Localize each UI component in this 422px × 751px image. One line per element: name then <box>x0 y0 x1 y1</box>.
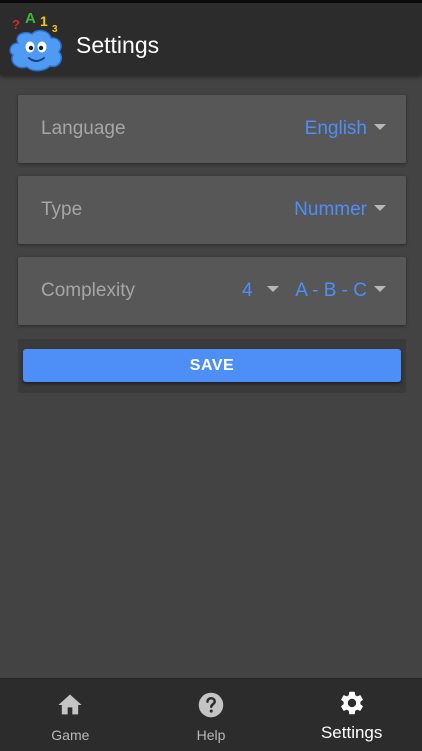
nav-item-help[interactable]: Help <box>141 679 282 751</box>
language-label: Language <box>41 118 126 139</box>
save-button[interactable]: SAVE <box>23 349 401 382</box>
blob-mascot-logo-icon: ? A 1 3 <box>9 10 63 72</box>
complexity-setting-card: Complexity 4 A - B - C <box>18 257 406 325</box>
home-icon <box>58 694 82 715</box>
complexity-level-value: 4 <box>242 280 253 301</box>
dropdown-caret-icon <box>374 204 386 211</box>
svg-text:1: 1 <box>40 13 48 29</box>
nav-label-settings: Settings <box>320 723 383 742</box>
complexity-pattern-value: A - B - C <box>295 280 367 301</box>
type-select[interactable]: Nummer <box>294 198 386 222</box>
complexity-label: Complexity <box>41 280 135 301</box>
svg-text:3: 3 <box>52 24 58 35</box>
language-select-value: English <box>304 118 367 139</box>
type-select-value: Nummer <box>294 199 367 220</box>
page-title: Settings <box>76 32 160 58</box>
type-label: Type <box>41 199 83 220</box>
help-icon <box>198 692 224 718</box>
dropdown-caret-icon <box>266 285 279 292</box>
nav-label-help: Help <box>196 727 226 743</box>
type-setting-card: Type Nummer <box>18 176 406 244</box>
dropdown-caret-icon <box>374 123 386 130</box>
app-header: ? A 1 3 Settings <box>0 0 422 75</box>
svg-text:?: ? <box>12 17 20 32</box>
bottom-navigation: Game Help Settings <box>0 678 422 751</box>
language-setting-card: Language English <box>18 95 406 163</box>
nav-label-game: Game <box>51 727 90 743</box>
svg-text:A: A <box>25 10 36 27</box>
complexity-pattern-select[interactable]: A - B - C <box>295 279 386 303</box>
complexity-level-select[interactable]: 4 <box>242 279 279 303</box>
language-select[interactable]: English <box>305 117 386 141</box>
dropdown-caret-icon <box>374 285 386 292</box>
nav-item-settings[interactable]: Settings <box>281 679 422 751</box>
save-section: SAVE <box>18 339 406 393</box>
gear-icon <box>340 691 363 715</box>
nav-item-game[interactable]: Game <box>0 679 141 751</box>
